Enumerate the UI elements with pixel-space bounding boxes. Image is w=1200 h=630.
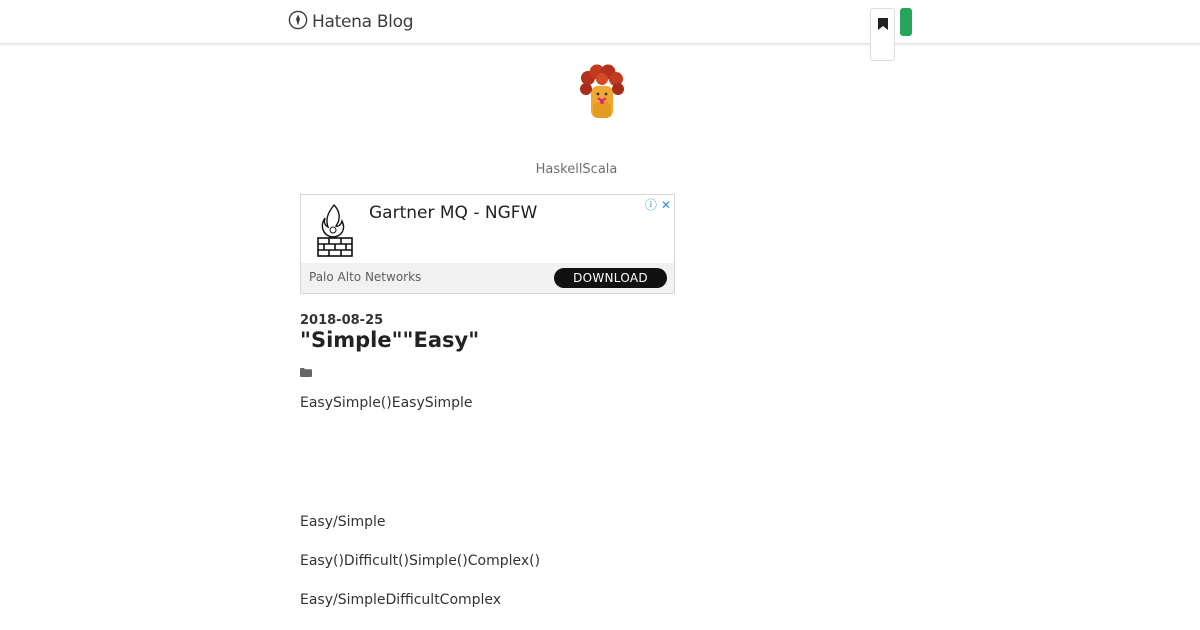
hatena-blog-logo[interactable]: Hatena Blog — [288, 10, 414, 34]
entry-date[interactable]: 2018-08-25 — [300, 313, 383, 328]
menu-toggle[interactable] — [900, 8, 912, 36]
entry-title[interactable]: "Simple""Easy" — [300, 328, 479, 352]
folder-icon[interactable] — [300, 362, 312, 381]
hatena-pen-icon — [288, 10, 308, 34]
ad-headline[interactable]: Gartner MQ - NGFW — [369, 203, 537, 223]
ad-banner[interactable]: Gartner MQ - NGFW ⓘ ✕ Palo Alto Networks… — [300, 194, 675, 294]
entry-paragraph: EasySimple()EasySimple — [300, 395, 473, 411]
blog-avatar[interactable] — [578, 64, 626, 122]
entry-paragraph: Easy()Difficult()Simple()Complex() — [300, 553, 541, 569]
ad-choices[interactable]: ⓘ ✕ — [645, 196, 671, 213]
firewall-flame-icon — [316, 203, 356, 261]
info-icon[interactable]: ⓘ — [645, 196, 657, 213]
bookmark-button[interactable] — [870, 8, 895, 61]
download-button[interactable]: DOWNLOAD — [554, 268, 667, 288]
blog-title[interactable]: HaskellScala — [300, 162, 853, 177]
logo-text: Hatena Blog — [312, 12, 414, 32]
ad-advertiser[interactable]: Palo Alto Networks — [309, 270, 421, 284]
ad-footer: Palo Alto Networks DOWNLOAD — [301, 263, 674, 293]
global-header: Hatena Blog — [0, 0, 1200, 44]
entry-paragraph: Easy/SimpleDifficultComplex — [300, 592, 502, 608]
close-icon[interactable]: ✕ — [661, 198, 671, 212]
entry-paragraph: Easy/Simple — [300, 514, 386, 530]
